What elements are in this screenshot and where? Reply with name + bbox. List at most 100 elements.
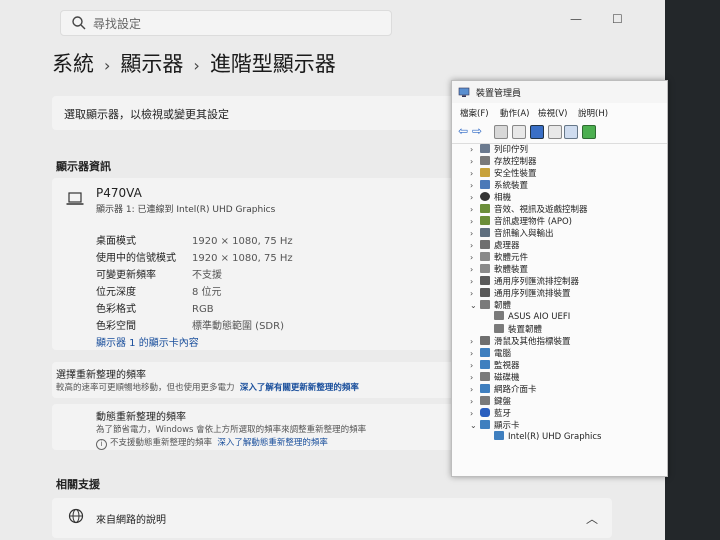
related-support-heading: 相關支援 [56, 478, 100, 491]
expand-arrow-icon[interactable]: › [470, 253, 480, 262]
minimize-button[interactable]: — [570, 12, 582, 26]
breadcrumb-system[interactable]: 系統 [52, 52, 94, 76]
tree-node-storage-controllers[interactable]: › 存放控制器 [470, 155, 537, 167]
expand-arrow-icon[interactable]: › [470, 277, 480, 286]
dynamic-refresh-description: 為了節省電力，Windows 會依上方所選取的頻率來調整重新整理的頻率 [96, 425, 367, 435]
expand-arrow-icon[interactable]: › [470, 265, 480, 274]
refresh-rate-desc-text: 較高的速率可更順暢地移動，但也使用更多電力 [56, 383, 235, 393]
tree-node-network-adapters[interactable]: › 網路介面卡 [470, 383, 537, 395]
tree-node-usb-controllers[interactable]: › 通用序列匯流排控制器 [470, 275, 579, 287]
info-icon: i [96, 439, 107, 450]
expand-arrow-icon[interactable]: › [470, 289, 480, 298]
expand-arrow-icon[interactable]: › [470, 385, 480, 394]
tree-node-processors[interactable]: › 處理器 [470, 239, 520, 251]
tree-node-usb-devices[interactable]: › 通用序列匯流排裝置 [470, 287, 571, 299]
tree-node-label: 軟體元件 [494, 253, 529, 263]
title-bar: 尋找設定 — ☐ [0, 0, 665, 42]
expand-arrow-icon[interactable]: › [470, 397, 480, 406]
help-from-web-label: 來自網路的說明 [96, 515, 166, 526]
tree-node-label: 音訊處理物件 (APO) [494, 217, 572, 227]
menu-action[interactable]: 動作(A) [500, 107, 529, 119]
property-row: 桌面模式 1920 × 1080, 75 Hz [96, 232, 293, 247]
tree-node-keyboards[interactable]: › 鍵盤 [470, 395, 511, 407]
refresh-rate-description: 較高的速率可更順暢地移動，但也使用更多電力 深入了解有關更新新整理的頻率 [56, 381, 359, 393]
help-from-web-panel[interactable]: 來自網路的說明 ︿ [52, 498, 612, 538]
property-row: 色彩格式 RGB [96, 300, 214, 315]
back-arrow-icon[interactable]: ⇦ [458, 125, 470, 137]
property-row: 使用中的信號模式 1920 × 1080, 75 Hz [96, 249, 293, 264]
speaker-icon [480, 204, 490, 213]
tree-node-audio-inputs-outputs[interactable]: › 音訊輸入與輸出 [470, 227, 554, 239]
scan-hardware-icon[interactable] [564, 125, 578, 139]
menu-file[interactable]: 檔案(F) [460, 107, 489, 119]
dynamic-refresh-learn-more-link[interactable]: 深入了解動態重新整理的頻率 [217, 438, 328, 448]
collapse-arrow-icon[interactable]: ⌄ [470, 421, 480, 430]
forward-arrow-icon[interactable]: ⇨ [472, 125, 484, 137]
tree-node-system-devices[interactable]: › 系統裝置 [470, 179, 528, 191]
keyboard-icon [480, 396, 490, 405]
laptop-icon [66, 192, 84, 205]
expand-arrow-icon[interactable]: › [470, 337, 480, 346]
expand-arrow-icon[interactable]: › [470, 145, 480, 154]
tree-node-label: 軟體裝置 [494, 265, 529, 275]
expand-arrow-icon[interactable]: › [470, 217, 480, 226]
expand-arrow-icon[interactable]: › [470, 205, 480, 214]
tree-node-firmware[interactable]: ⌄ 韌體 [470, 299, 511, 311]
tree-node-computer[interactable]: › 電腦 [470, 347, 511, 359]
tree-node-device-firmware[interactable]: 裝置韌體 [494, 323, 542, 335]
adapter-properties-link[interactable]: 顯示器 1 的顯示卡內容 [96, 334, 199, 349]
device-manager-titlebar[interactable]: 裝置管理員 [452, 81, 667, 103]
menu-help[interactable]: 說明(H) [578, 107, 608, 119]
tree-node-security-devices[interactable]: › 安全性裝置 [470, 167, 537, 179]
enable-device-icon[interactable] [582, 125, 596, 139]
display-adapter-icon [494, 431, 504, 440]
search-box[interactable]: 尋找設定 [60, 10, 392, 36]
storage-icon [480, 156, 490, 165]
tree-node-software-components[interactable]: › 軟體元件 [470, 251, 528, 263]
menu-view[interactable]: 檢視(V) [538, 107, 567, 119]
property-value: 不支援 [192, 270, 222, 281]
tree-node-label: 安全性裝置 [494, 169, 537, 179]
expand-arrow-icon[interactable]: › [470, 157, 480, 166]
tree-node-label: ASUS AIO UEFI [508, 312, 571, 322]
tree-node-intel-uhd-graphics[interactable]: Intel(R) UHD Graphics [494, 431, 601, 443]
device-manager-title: 裝置管理員 [476, 89, 522, 99]
update-driver-icon[interactable] [548, 125, 562, 139]
tree-node-audio-processing-objects[interactable]: › 音訊處理物件 (APO) [470, 215, 572, 227]
expand-arrow-icon[interactable]: › [470, 373, 480, 382]
tree-node-bluetooth[interactable]: › 藍牙 [470, 407, 511, 419]
properties-icon[interactable] [494, 125, 508, 139]
expand-arrow-icon[interactable]: › [470, 241, 480, 250]
expand-arrow-icon[interactable]: › [470, 349, 480, 358]
help-icon[interactable] [530, 125, 544, 139]
dynamic-refresh-title: 動態重新整理的頻率 [96, 412, 186, 423]
expand-arrow-icon[interactable]: › [470, 169, 480, 178]
firmware-icon [494, 324, 504, 333]
computer-icon [480, 348, 490, 357]
tree-node-asus-aio-uefi[interactable]: ASUS AIO UEFI [494, 311, 570, 323]
list-icon[interactable] [512, 125, 526, 139]
tree-node-label: 存放控制器 [494, 157, 537, 167]
expand-arrow-icon[interactable]: › [470, 229, 480, 238]
tree-node-mice[interactable]: › 滑鼠及其他指標裝置 [470, 335, 571, 347]
tree-node-monitors[interactable]: › 監視器 [470, 359, 520, 371]
tree-node-disk-drives[interactable]: › 磁碟機 [470, 371, 520, 383]
refresh-rate-learn-more-link[interactable]: 深入了解有關更新新整理的頻率 [240, 383, 359, 393]
expand-arrow-icon[interactable]: › [470, 361, 480, 370]
property-value: 1920 × 1080, 75 Hz [192, 253, 293, 264]
tree-node-software-devices[interactable]: › 軟體裝置 [470, 263, 528, 275]
tree-node-sound-video-game[interactable]: › 音效、視訊及遊戲控制器 [470, 203, 588, 215]
tree-node-cameras[interactable]: › 相機 [470, 191, 511, 203]
tree-node-display-adapters[interactable]: ⌄ 顯示卡 [470, 419, 520, 431]
firmware-icon [480, 300, 490, 309]
page-title: 進階型顯示器 [209, 52, 336, 76]
usb-icon [480, 288, 490, 297]
breadcrumb-display[interactable]: 顯示器 [120, 52, 183, 76]
expand-arrow-icon[interactable]: › [470, 181, 480, 190]
expand-arrow-icon[interactable]: › [470, 193, 480, 202]
maximize-button[interactable]: ☐ [612, 12, 623, 26]
expand-arrow-icon[interactable]: › [470, 409, 480, 418]
collapse-arrow-icon[interactable]: ⌄ [470, 301, 480, 310]
tree-node-label: 系統裝置 [494, 181, 529, 191]
tree-node-print-queues[interactable]: › 列印佇列 [470, 143, 528, 155]
